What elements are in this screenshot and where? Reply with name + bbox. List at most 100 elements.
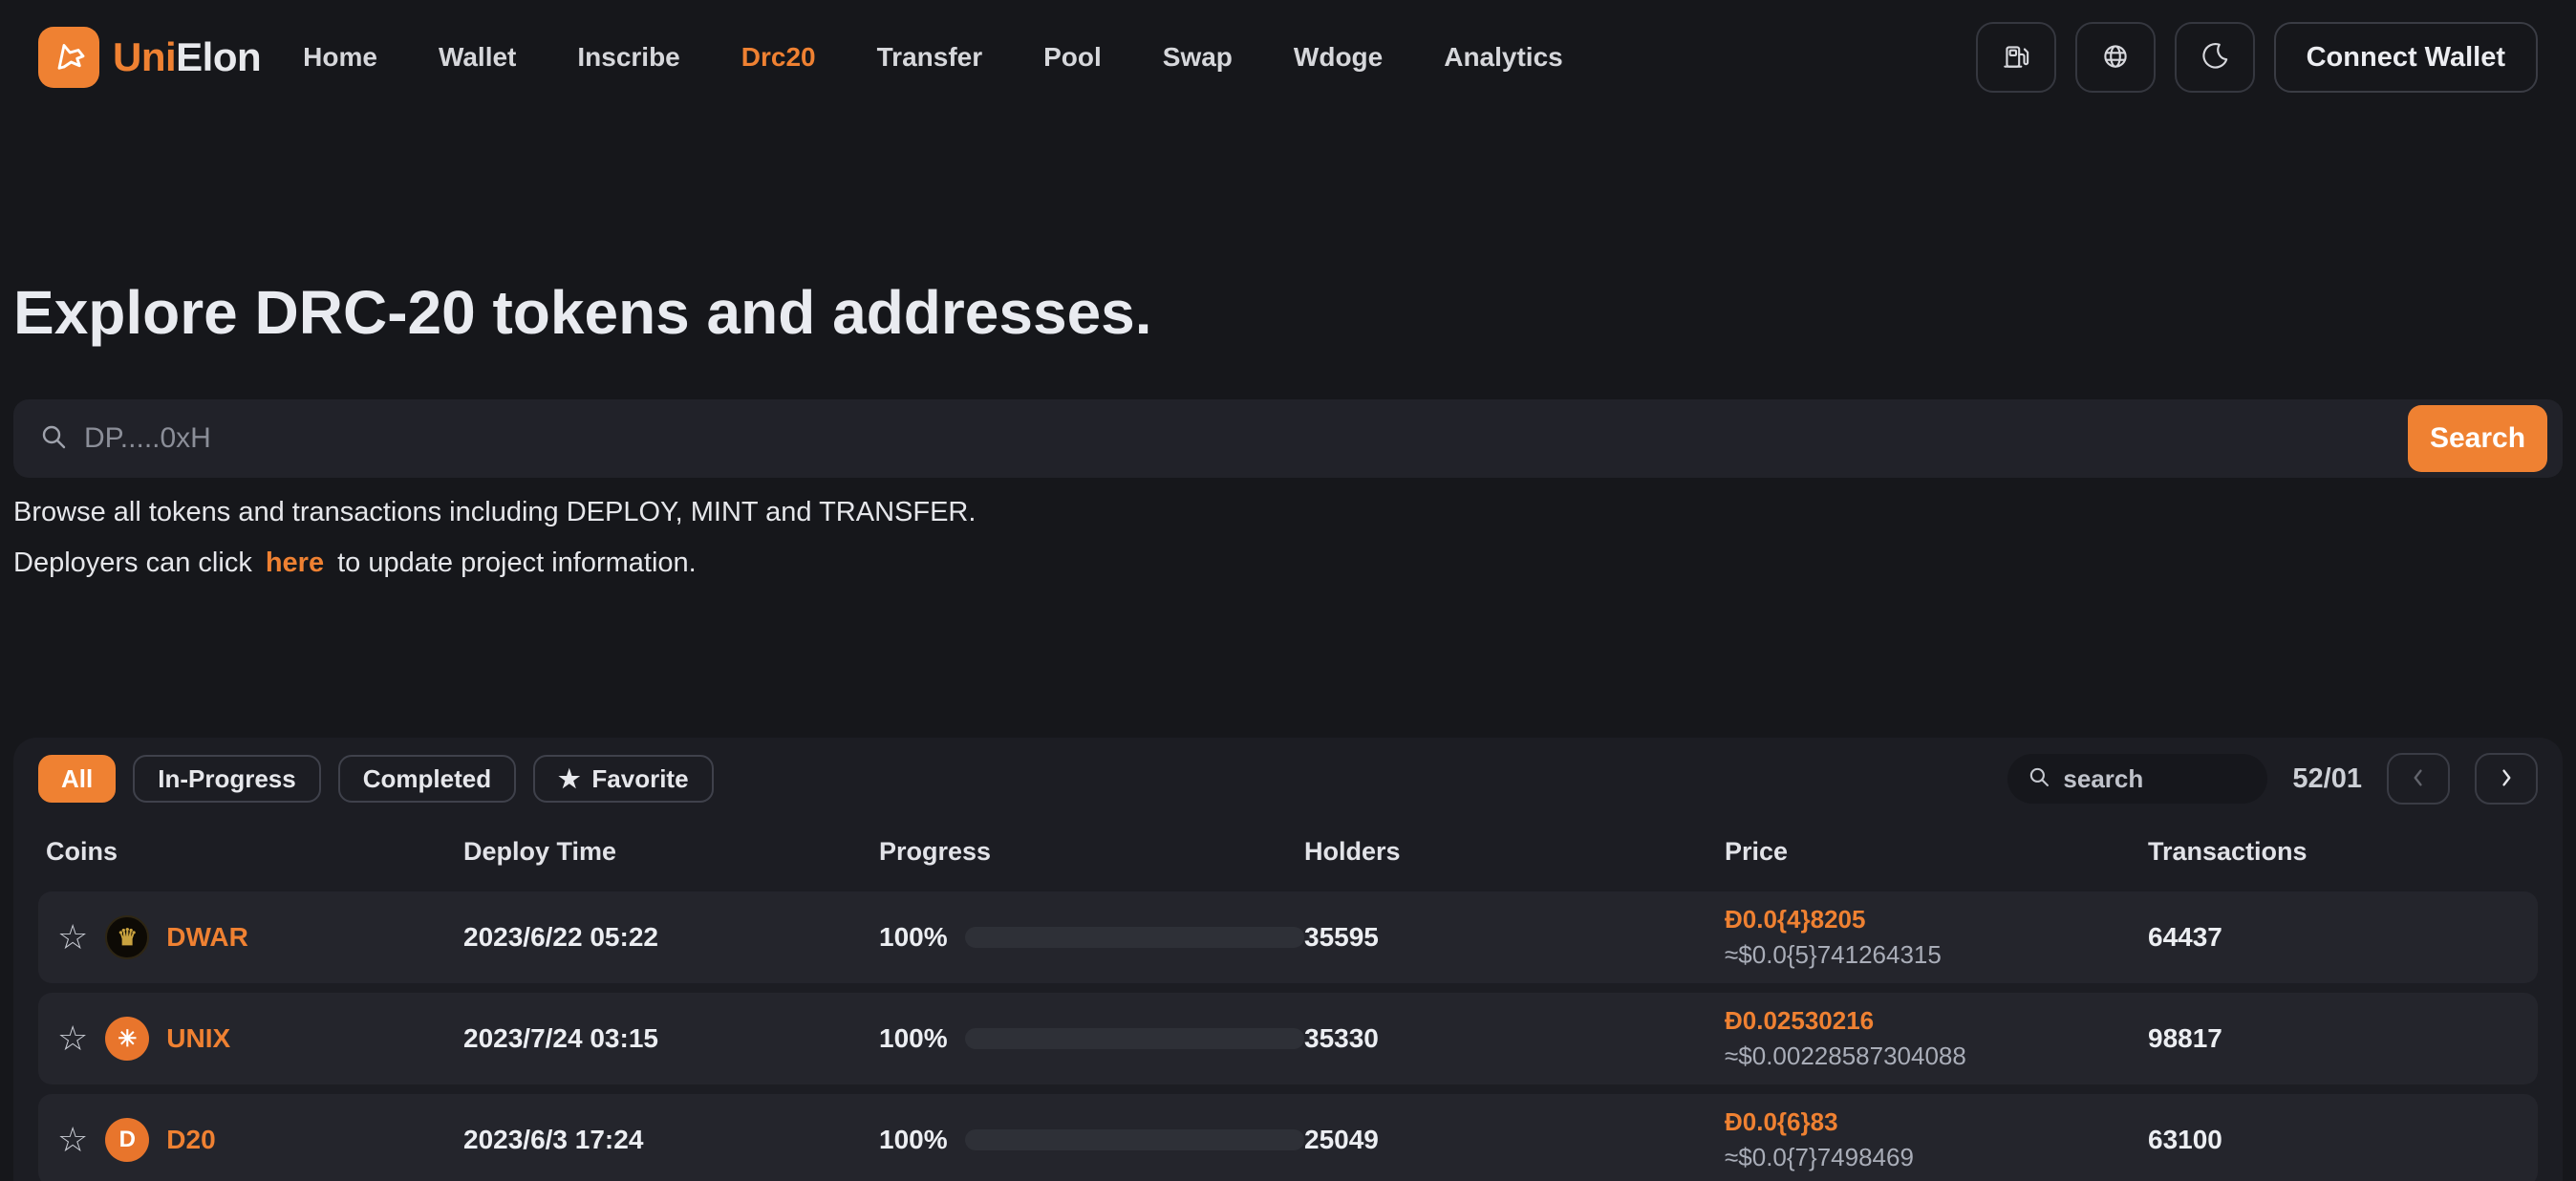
gas-pump-icon xyxy=(2000,40,2032,75)
price-doge: Đ0.0{4}8205 xyxy=(1725,905,2148,934)
search-button[interactable]: Search xyxy=(2408,405,2547,472)
coin-cell: ☆ D D20 xyxy=(46,1118,463,1162)
filter-in-progress[interactable]: In-Progress xyxy=(133,755,321,803)
filter-completed[interactable]: Completed xyxy=(338,755,516,803)
token-search-input[interactable] xyxy=(84,422,2393,455)
search-icon xyxy=(38,421,69,457)
main-nav: Home Wallet Inscribe Drc20 Transfer Pool… xyxy=(303,42,1563,73)
top-navigation-bar: UniElon Home Wallet Inscribe Drc20 Trans… xyxy=(0,0,2576,115)
token-avatar: ✳ xyxy=(105,1017,149,1061)
table-search-bar xyxy=(2007,754,2267,804)
table-row[interactable]: ☆ ✳ UNIX 2023/7/24 03:15 100% 35330 Đ0.0… xyxy=(38,993,2538,1084)
token-symbol[interactable]: D20 xyxy=(166,1125,215,1155)
token-symbol[interactable]: UNIX xyxy=(166,1023,230,1054)
chevron-right-icon xyxy=(2494,765,2519,793)
filter-favorite-label: Favorite xyxy=(591,764,688,794)
description-line-2-suffix: to update project information. xyxy=(337,548,697,578)
brand-logo[interactable]: UniElon xyxy=(38,27,261,88)
transactions-count: 98817 xyxy=(2148,1023,2538,1054)
moon-icon xyxy=(2199,40,2231,75)
progress-percent: 100% xyxy=(879,1125,948,1155)
filter-all[interactable]: All xyxy=(38,755,116,803)
token-list-panel: All In-Progress Completed ★ Favorite xyxy=(13,738,2563,1181)
gas-fee-button[interactable] xyxy=(1976,22,2056,93)
description-line-2-prefix: Deployers can click xyxy=(13,548,252,578)
page: UniElon Home Wallet Inscribe Drc20 Trans… xyxy=(0,0,2576,1181)
price-usd: ≈$0.00228587304088 xyxy=(1725,1041,2148,1071)
chevron-left-icon xyxy=(2406,765,2431,793)
deploy-time: 2023/6/22 05:22 xyxy=(463,922,879,953)
table-search-input[interactable] xyxy=(2063,764,2248,794)
search-icon xyxy=(2027,764,2051,794)
hero-section: Explore DRC-20 tokens and addresses. Sea… xyxy=(0,115,2576,579)
token-avatar: D xyxy=(105,1118,149,1162)
col-holders: Holders xyxy=(1304,837,1725,867)
price-cell: Đ0.0{6}83 ≈$0.0{7}7498469 xyxy=(1725,1107,2148,1172)
theme-toggle-button[interactable] xyxy=(2175,22,2255,93)
globe-icon xyxy=(2099,40,2132,75)
connect-wallet-button[interactable]: Connect Wallet xyxy=(2274,22,2538,93)
token-symbol[interactable]: DWAR xyxy=(166,922,248,953)
filter-favorite[interactable]: ★ Favorite xyxy=(533,755,713,803)
top-right-controls: Connect Wallet xyxy=(1976,22,2538,93)
price-cell: Đ0.0{4}8205 ≈$0.0{5}741264315 xyxy=(1725,905,2148,970)
holders-count: 35330 xyxy=(1304,1023,1725,1054)
price-doge: Đ0.0{6}83 xyxy=(1725,1107,2148,1137)
favorite-star-icon[interactable]: ☆ xyxy=(57,920,88,955)
transactions-count: 63100 xyxy=(2148,1125,2538,1155)
pagination-label: 52/01 xyxy=(2292,763,2362,795)
deploy-time: 2023/7/24 03:15 xyxy=(463,1023,879,1054)
progress-percent: 100% xyxy=(879,1023,948,1054)
nav-item-transfer[interactable]: Transfer xyxy=(877,42,983,73)
nav-item-wallet[interactable]: Wallet xyxy=(439,42,516,73)
table-header: Coins Deploy Time Progress Holders Price… xyxy=(38,837,2538,867)
progress-cell: 100% xyxy=(879,1023,1304,1054)
nav-item-inscribe[interactable]: Inscribe xyxy=(577,42,679,73)
price-usd: ≈$0.0{7}7498469 xyxy=(1725,1143,2148,1172)
table-row[interactable]: ☆ D D20 2023/6/3 17:24 100% 25049 Đ0.0{6… xyxy=(38,1094,2538,1181)
col-coins: Coins xyxy=(46,837,463,867)
transactions-count: 64437 xyxy=(2148,922,2538,953)
progress-cell: 100% xyxy=(879,922,1304,953)
star-icon: ★ xyxy=(558,766,580,791)
page-title: Explore DRC-20 tokens and addresses. xyxy=(13,277,2563,348)
progress-bar xyxy=(965,927,1304,948)
brand-name: UniElon xyxy=(113,34,261,80)
progress-percent: 100% xyxy=(879,922,948,953)
price-doge: Đ0.02530216 xyxy=(1725,1006,2148,1036)
coin-cell: ☆ ✳ UNIX xyxy=(46,1017,463,1061)
nav-item-drc20[interactable]: Drc20 xyxy=(741,42,816,73)
deploy-time: 2023/6/3 17:24 xyxy=(463,1125,879,1155)
main-search-bar: Search xyxy=(13,399,2563,478)
description-line-2: Deployers can click here to update project… xyxy=(13,548,2563,579)
nav-item-pool[interactable]: Pool xyxy=(1043,42,1102,73)
table-row[interactable]: ☆ ♛ DWAR 2023/6/22 05:22 100% 35595 Đ0.0… xyxy=(38,891,2538,983)
language-button[interactable] xyxy=(2075,22,2156,93)
token-avatar: ♛ xyxy=(105,915,149,959)
favorite-star-icon[interactable]: ☆ xyxy=(57,1123,88,1157)
col-deploy-time: Deploy Time xyxy=(463,837,879,867)
nav-item-swap[interactable]: Swap xyxy=(1163,42,1233,73)
prev-page-button[interactable] xyxy=(2387,753,2450,805)
progress-bar xyxy=(965,1129,1304,1150)
filters-row: All In-Progress Completed ★ Favorite xyxy=(38,753,2538,805)
price-usd: ≈$0.0{5}741264315 xyxy=(1725,940,2148,970)
description-line-1: Browse all tokens and transactions inclu… xyxy=(13,497,2563,528)
nav-item-wdoge[interactable]: Wdoge xyxy=(1294,42,1383,73)
filter-tabs: All In-Progress Completed ★ Favorite xyxy=(38,755,714,803)
col-price: Price xyxy=(1725,837,2148,867)
panel-controls: 52/01 xyxy=(2007,753,2538,805)
progress-bar xyxy=(965,1028,1304,1049)
holders-count: 35595 xyxy=(1304,922,1725,953)
here-link[interactable]: here xyxy=(266,548,324,578)
col-progress: Progress xyxy=(879,837,1304,867)
nav-item-analytics[interactable]: Analytics xyxy=(1444,42,1563,73)
next-page-button[interactable] xyxy=(2475,753,2538,805)
holders-count: 25049 xyxy=(1304,1125,1725,1155)
coin-cell: ☆ ♛ DWAR xyxy=(46,915,463,959)
progress-cell: 100% xyxy=(879,1125,1304,1155)
favorite-star-icon[interactable]: ☆ xyxy=(57,1021,88,1056)
nav-item-home[interactable]: Home xyxy=(303,42,377,73)
dog-logo-icon xyxy=(38,27,99,88)
price-cell: Đ0.02530216 ≈$0.00228587304088 xyxy=(1725,1006,2148,1071)
